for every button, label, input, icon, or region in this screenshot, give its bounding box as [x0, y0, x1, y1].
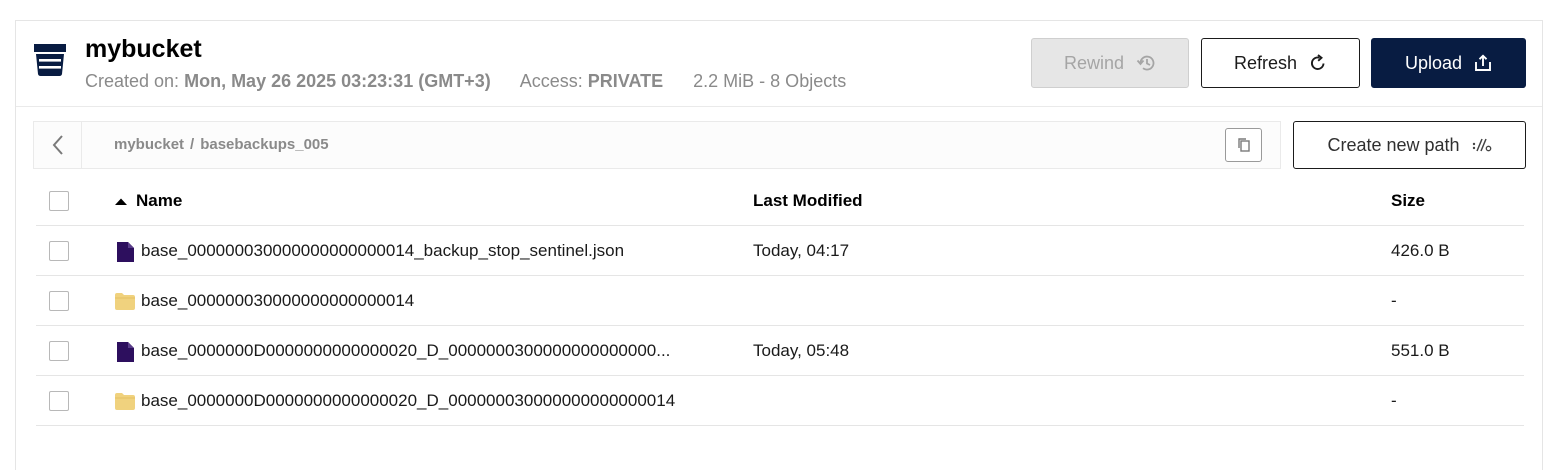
column-header-last-modified[interactable]: Last Modified — [753, 176, 863, 226]
chevron-left-icon — [52, 135, 63, 155]
object-name[interactable]: base_0000000D0000000000000020_D_00000003… — [141, 376, 675, 426]
row-checkbox[interactable] — [49, 341, 69, 361]
column-header-name[interactable]: Name — [114, 176, 754, 226]
object-modified: Today, 04:17 — [753, 241, 850, 260]
access-value: PRIVATE — [587, 71, 664, 91]
bucket-title: mybucket — [85, 35, 202, 63]
breadcrumb-separator: / — [190, 136, 195, 153]
file-icon — [117, 242, 134, 262]
rewind-button[interactable]: Rewind — [1031, 38, 1189, 88]
copy-icon — [1237, 138, 1250, 152]
object-size: 426.0 B — [1391, 241, 1450, 260]
create-path-label: Create new path — [1327, 134, 1460, 155]
copy-path-button[interactable] — [1225, 128, 1262, 162]
object-name[interactable]: base_000000030000000000000014_backup_sto… — [141, 226, 624, 276]
refresh-button[interactable]: Refresh — [1201, 38, 1360, 88]
name-cell: base_000000030000000000000014_backup_sto… — [114, 226, 754, 276]
bucket-icon — [34, 44, 66, 76]
refresh-icon — [1311, 54, 1325, 70]
select-all-checkbox[interactable] — [49, 191, 69, 211]
table-header: Name Last Modified Size — [36, 176, 1524, 226]
object-size: - — [1391, 291, 1397, 310]
name-cell: base_0000000D0000000000000020_D_00000003… — [114, 376, 754, 426]
new-path-icon — [1472, 138, 1491, 152]
history-icon — [1136, 55, 1155, 71]
create-path-button[interactable]: Create new path — [1293, 121, 1526, 169]
file-icon — [117, 342, 134, 362]
row-checkbox[interactable] — [49, 291, 69, 311]
path-bar: mybucket / basebackups_005 — [33, 121, 1281, 169]
created-label: Created on: — [85, 71, 180, 91]
breadcrumb: mybucket / basebackups_005 — [114, 136, 329, 153]
bucket-meta: Created on: Mon, May 26 2025 03:23:31 (G… — [85, 71, 846, 92]
object-name[interactable]: base_000000030000000000000014 — [141, 276, 414, 326]
table-row[interactable]: base_000000030000000000000014_backup_sto… — [36, 226, 1524, 276]
sort-ascending-icon — [115, 198, 127, 205]
column-header-size[interactable]: Size — [1391, 176, 1425, 226]
objects-table: Name Last Modified Size base_00000003000… — [36, 176, 1524, 426]
object-name[interactable]: base_0000000D0000000000000020_D_00000003… — [141, 326, 670, 376]
upload-button[interactable]: Upload — [1371, 38, 1526, 88]
upload-icon — [1475, 54, 1491, 71]
row-checkbox[interactable] — [49, 391, 69, 411]
access-label: Access: — [519, 71, 583, 91]
refresh-label: Refresh — [1233, 52, 1298, 73]
column-header-name-label: Name — [136, 191, 183, 210]
object-size: - — [1391, 391, 1397, 410]
name-cell: base_000000030000000000000014 — [114, 276, 754, 326]
bucket-header: mybucket Created on: Mon, May 26 2025 03… — [16, 21, 1542, 107]
name-cell: base_0000000D0000000000000020_D_00000003… — [114, 326, 754, 376]
upload-label: Upload — [1404, 52, 1463, 73]
table-row[interactable]: base_0000000D0000000000000020_D_00000003… — [36, 326, 1524, 376]
object-size: 551.0 B — [1391, 341, 1450, 360]
back-button[interactable] — [34, 122, 82, 168]
folder-icon — [115, 293, 135, 310]
bucket-panel: mybucket Created on: Mon, May 26 2025 03… — [15, 20, 1543, 470]
row-checkbox[interactable] — [49, 241, 69, 261]
object-modified: Today, 05:48 — [753, 341, 850, 360]
folder-icon — [115, 393, 135, 410]
breadcrumb-item-folder[interactable]: basebackups_005 — [200, 136, 328, 153]
breadcrumb-item-bucket[interactable]: mybucket — [114, 136, 184, 153]
usage-info: 2.2 MiB - 8 Objects — [693, 71, 847, 91]
rewind-label: Rewind — [1063, 52, 1125, 73]
table-row[interactable]: base_0000000D0000000000000020_D_00000003… — [36, 376, 1524, 426]
created-value: Mon, May 26 2025 03:23:31 (GMT+3) — [184, 71, 491, 91]
table-row[interactable]: base_000000030000000000000014 - — [36, 276, 1524, 326]
